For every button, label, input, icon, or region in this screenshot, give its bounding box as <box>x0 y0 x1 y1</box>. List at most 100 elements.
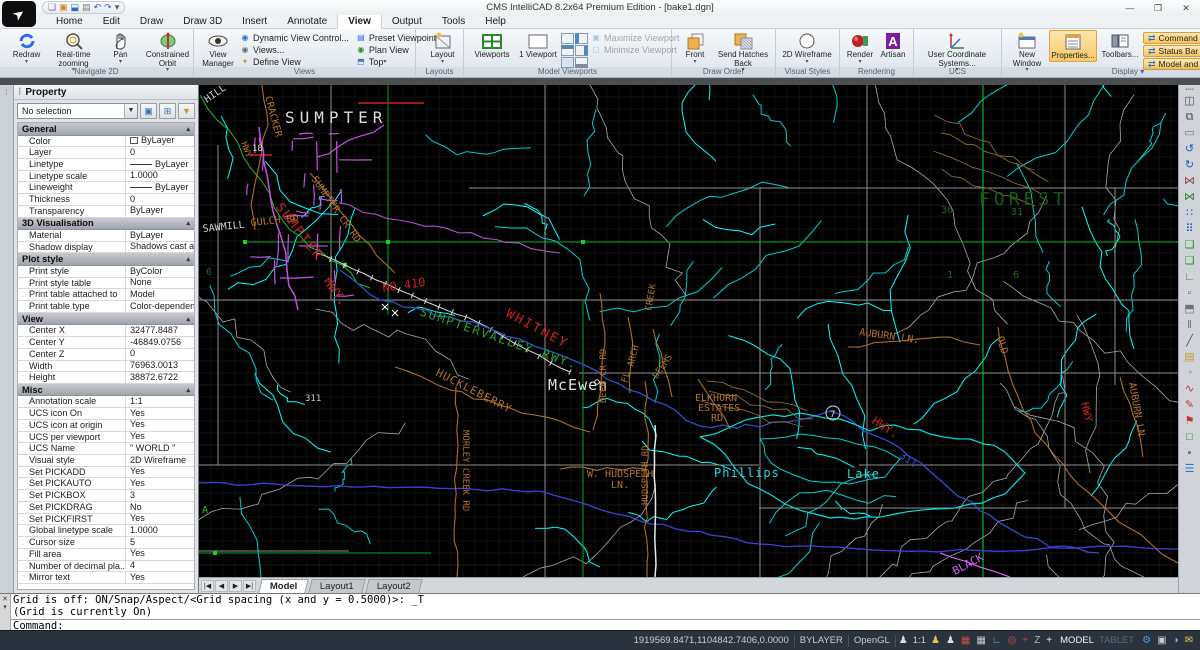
tab-model[interactable]: Model <box>258 579 309 593</box>
property-value[interactable]: 1.0000 <box>126 525 194 536</box>
mail-icon[interactable]: ✉ <box>1182 635 1196 646</box>
one-viewport-button[interactable]: 1 Viewport <box>517 30 559 60</box>
window-cascade-icon[interactable]: ▣ <box>1154 635 1169 646</box>
property-value[interactable]: 0 <box>126 194 194 205</box>
property-value[interactable]: Model <box>126 289 194 300</box>
new-window-button[interactable]: New Window▾ <box>1005 30 1049 72</box>
property-value[interactable]: ByLayer <box>126 182 194 193</box>
viewport-config-icon[interactable] <box>561 45 574 56</box>
properties-button[interactable]: Properties... <box>1049 30 1097 62</box>
viewport-config-icon[interactable] <box>561 33 574 44</box>
tab-layout2[interactable]: Layout2 <box>366 579 423 593</box>
drawing-canvas[interactable]: SUMPTERFOREST3631166McEwenNO 410SUMPTERV… <box>199 85 1178 593</box>
bylayer-indicator[interactable]: BYLAYER <box>795 635 848 646</box>
tab-draw[interactable]: Draw <box>130 15 173 28</box>
property-value[interactable]: 32477.8487 <box>126 325 194 336</box>
viewport-config-icon[interactable] <box>575 33 588 44</box>
tablet-indicator[interactable]: TABLET <box>1099 635 1139 646</box>
mirror-green-icon[interactable]: ⋈ <box>1181 189 1199 205</box>
pie-icon[interactable]: ◔ <box>1181 365 1199 381</box>
command-bar-toggle[interactable]: ⇄Command Bar <box>1143 32 1200 44</box>
mirror-icon[interactable]: ⋈ <box>1181 173 1199 189</box>
tab-help[interactable]: Help <box>475 15 516 28</box>
property-value[interactable]: -46849.0756 <box>126 337 194 348</box>
bars-icon[interactable]: ‖ <box>1181 317 1199 333</box>
property-value[interactable]: 5 <box>126 537 194 548</box>
property-value[interactable]: Yes <box>126 420 194 431</box>
front-button[interactable]: Front▾ <box>675 30 715 64</box>
collapse-icon[interactable]: ▴ <box>186 219 190 227</box>
save-icon[interactable]: ⬓ <box>71 3 80 12</box>
settings-gear-icon[interactable]: ⚙ <box>1139 635 1154 646</box>
undo-icon[interactable]: ↶ <box>94 3 102 12</box>
close-command-bar-icon[interactable]: ✕ <box>2 595 8 603</box>
property-value[interactable]: Yes <box>126 478 194 489</box>
property-value[interactable]: No <box>126 502 194 513</box>
redraw-button[interactable]: Redraw▾ <box>3 30 50 64</box>
annotation-user-icon[interactable]: ♟ <box>896 635 911 646</box>
status-bar-toggle[interactable]: ⇄Status Bar <box>1143 45 1200 57</box>
property-value[interactable]: Yes <box>126 408 194 419</box>
viewport-config-icon[interactable] <box>575 45 588 56</box>
snap-grid-red-icon[interactable]: ▦ <box>958 635 973 646</box>
command-bar-body[interactable]: Grid is off: ON/Snap/Aspect/<Grid spacin… <box>11 594 1200 630</box>
square-green-icon[interactable]: □ <box>1181 429 1199 445</box>
ucs-button[interactable]: User Coordinate Systems...▾ <box>917 30 997 72</box>
render-button[interactable]: Render▾ <box>843 30 877 64</box>
first-tab-icon[interactable]: |◀ <box>201 580 214 592</box>
collapse-icon[interactable]: ▴ <box>186 386 190 394</box>
collapse-icon[interactable]: ▴ <box>186 315 190 323</box>
layout-button[interactable]: Layout▾ <box>419 30 466 64</box>
artisan-button[interactable]: A Artisan <box>877 30 909 60</box>
property-value[interactable]: ByLayer <box>126 159 194 170</box>
property-section-header[interactable]: View▴ <box>18 313 194 326</box>
array-icon[interactable]: ∷ <box>1181 205 1199 221</box>
tab-draw3d[interactable]: Draw 3D <box>173 15 232 28</box>
property-value[interactable]: 76963.0013 <box>126 361 194 372</box>
property-value[interactable]: None <box>126 278 194 289</box>
redo-icon[interactable]: ↷ <box>104 3 112 12</box>
property-value[interactable]: Yes <box>126 467 194 478</box>
open-file-icon[interactable]: ▣ <box>59 3 68 12</box>
angle-green-icon[interactable]: ∟ <box>1181 269 1199 285</box>
property-value[interactable]: 1.0000 <box>126 171 194 182</box>
toggle-pickadd-icon[interactable]: ▼ <box>178 103 195 119</box>
realtime-zoom-button[interactable]: Real-time zooming▾ <box>50 30 97 72</box>
graphics-engine-indicator[interactable]: OpenGL <box>849 635 895 646</box>
send-hatches-back-button[interactable]: Send Hatches Back▾ <box>715 30 771 72</box>
toolbars-button[interactable]: Toolbars... <box>1097 30 1143 60</box>
rotate-ccw-icon[interactable]: ↺ <box>1181 141 1199 157</box>
views-item[interactable]: ◉Views... <box>239 44 349 55</box>
property-value[interactable]: Yes <box>126 514 194 525</box>
property-value[interactable]: 2D Wireframe <box>126 455 194 466</box>
tab-edit[interactable]: Edit <box>93 15 130 28</box>
property-value[interactable]: ByLayer <box>126 206 194 217</box>
property-section-header[interactable]: Misc▴ <box>18 384 194 397</box>
flag-icon[interactable]: ⚑ <box>1181 413 1199 429</box>
cad-map-drawing[interactable]: SUMPTERFOREST3631166McEwenNO 410SUMPTERV… <box>199 85 1178 577</box>
tab-view[interactable]: View <box>337 14 382 29</box>
new-file-icon[interactable]: ❏ <box>48 3 56 12</box>
annotation-scale-icon[interactable]: ♟ <box>928 635 943 646</box>
hatch-icon[interactable]: ▤ <box>1181 349 1199 365</box>
box-3d-icon[interactable]: ⬒ <box>1181 301 1199 317</box>
quick-select-icon[interactable]: ▣ <box>140 103 157 119</box>
copy-array-icon[interactable]: ⧉ <box>1181 109 1199 125</box>
osnap-icon[interactable]: ◎ <box>1005 635 1020 646</box>
etrack-icon[interactable]: + <box>1019 635 1031 646</box>
property-value[interactable]: Shadows cast and rec... <box>126 242 194 253</box>
property-value[interactable]: ByLayer <box>126 136 194 147</box>
property-value[interactable]: ByLayer <box>126 230 194 241</box>
grid-icon[interactable]: ▦ <box>973 635 988 646</box>
tab-layout1[interactable]: Layout1 <box>309 579 366 593</box>
property-value[interactable]: 4 <box>126 561 194 572</box>
property-value[interactable]: Yes <box>126 549 194 560</box>
property-value[interactable]: " WORLD " <box>126 443 194 454</box>
online-globe-icon[interactable]: ◑ <box>1170 635 1182 646</box>
property-section-header[interactable]: 3D Visualisation▴ <box>18 218 194 231</box>
tab-output[interactable]: Output <box>382 15 432 28</box>
plot-preview-icon[interactable]: ▤ <box>82 3 91 12</box>
property-value[interactable]: 3 <box>126 490 194 501</box>
property-value[interactable]: Yes <box>126 572 194 583</box>
paste-icon[interactable]: ▭ <box>1181 125 1199 141</box>
